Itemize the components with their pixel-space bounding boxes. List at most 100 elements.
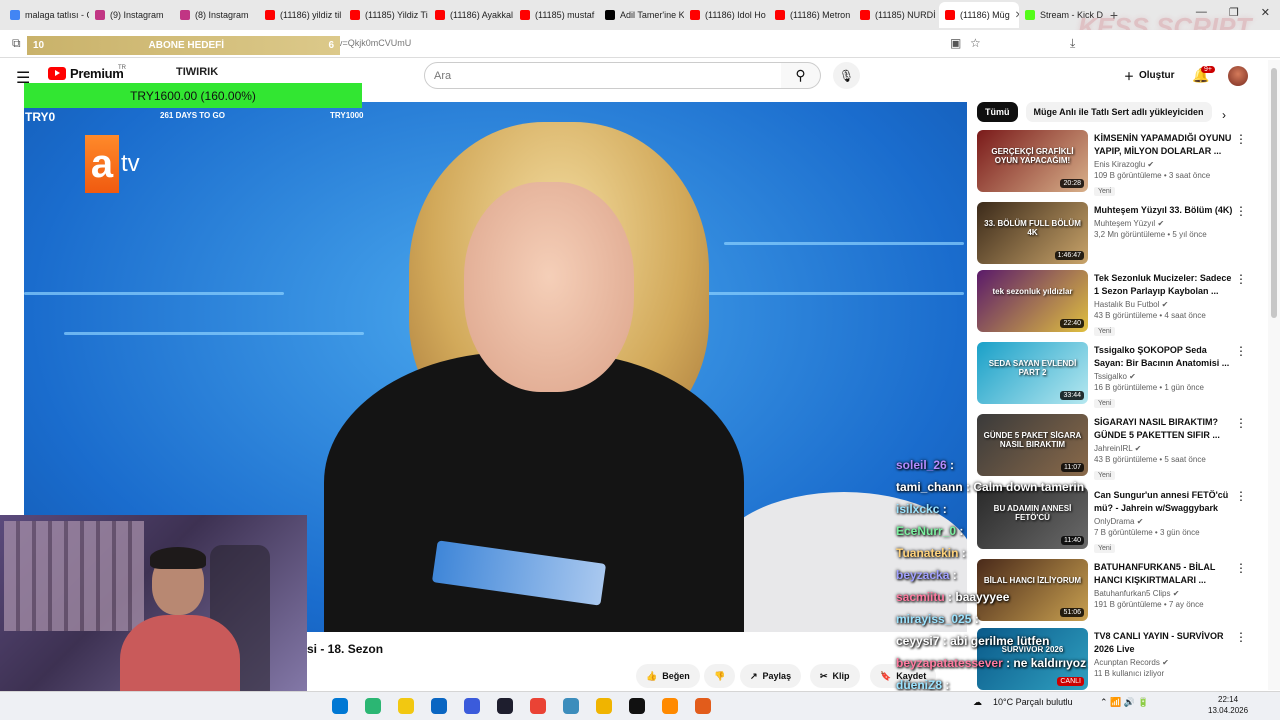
folder-icon[interactable] [596,698,612,714]
clip-button[interactable]: ✂ Klip [810,664,860,688]
recommendation-card[interactable]: 33. BÖLÜM FULL BÖLÜM 4K 1:46:47 Muhteşem Y… [977,202,1267,268]
system-tray-icons[interactable]: ⌃ 📶 🔊 🔋 [1100,697,1149,708]
video-thumbnail[interactable]: tek sezonluk yıldızlar 22:40 [977,270,1088,332]
recommendation-title[interactable]: Muhteşem Yüzyıl 33. Bölüm (4K) [1094,204,1234,217]
video-thumbnail[interactable]: 33. BÖLÜM FULL BÖLÜM 4K 1:46:47 [977,202,1088,264]
url-text[interactable]: v=Qkjk0mCVUmU [338,38,411,48]
more-options-icon[interactable]: ⋮ [1235,630,1247,644]
chat-username[interactable]: beyzacka [896,568,949,582]
more-options-icon[interactable]: ⋮ [1235,561,1247,575]
more-options-icon[interactable]: ⋮ [1235,416,1247,430]
browser-tab[interactable]: (11185) NURDİ [854,2,939,28]
browser-tab[interactable]: (8) Instagram [174,2,259,28]
recommendation-channel[interactable]: OnlyDrama ✔ [1094,517,1234,526]
browser-tab[interactable]: (11186) Idol Ho [684,2,769,28]
chat-username[interactable]: tami_chann [896,480,963,494]
more-options-icon[interactable]: ⋮ [1235,272,1247,286]
account-avatar[interactable] [1228,66,1248,86]
chat-username[interactable]: EceNurr_0 [896,524,956,538]
more-options-icon[interactable]: ⋮ [1235,132,1247,146]
recommendation-title[interactable]: Can Sungur'un annesi FETÖ'cü mü? - Jahre… [1094,489,1234,515]
search-button[interactable]: ⚲ [781,62,821,89]
chip-all[interactable]: Tümü [977,102,1018,122]
video-duration: 22:40 [1060,319,1084,328]
search-input[interactable]: Ara [424,62,782,89]
share-button[interactable]: ↗ Paylaş [740,664,802,688]
chat-username[interactable]: beyzapatatessever [896,656,1003,670]
chat-username[interactable]: isilxckc [896,502,939,516]
chevron-right-icon[interactable]: › [1222,108,1226,122]
recommendation-channel[interactable]: Enis Kirazoglu ✔ [1094,160,1234,169]
recommendation-title[interactable]: SİGARAYI NASIL BIRAKTIM? GÜNDE 5 PAKETTE… [1094,416,1234,442]
like-button[interactable]: 👍 Beğen [636,664,700,688]
download-icon[interactable]: ⤓ [1070,36,1075,51]
recommendation-channel[interactable]: Batuhanfurkan5 Clips ✔ [1094,589,1234,598]
browser-tab[interactable]: (11186) Ayakkal [429,2,514,28]
recommendation-title[interactable]: Tssigalko ŞOKOPOP Seda Sayan: Bir Bacını… [1094,344,1234,370]
screenshot-icon[interactable]: ▣ [950,36,961,50]
browser-tab[interactable]: malaga tatlısı - G [4,2,89,28]
recommendation-card[interactable]: SEDA SAYAN EVLENDİ PART 2 33:44 Tssigalko … [977,342,1267,408]
chat-username[interactable]: Tuanatekin [896,546,958,560]
recommendation-channel[interactable]: Hastalık Bu Futbol ✔ [1094,300,1234,309]
chat-username[interactable]: sacmiitu [896,590,945,604]
verified-check-icon: ✔ [1157,219,1165,228]
browser-tab[interactable]: (11185) Yildiz Ti [344,2,429,28]
recommendation-title[interactable]: TV8 CANLI YAYIN - SURVİVOR 2026 Live [1094,630,1234,656]
browser-tab[interactable]: (11185) mustaf [514,2,599,28]
firefox-icon[interactable] [695,698,711,714]
recommendation-card[interactable]: tek sezonluk yıldızlar 22:40 Tek Sezonluk … [977,270,1267,336]
chip-uploader[interactable]: Müge Anlı ile Tatlı Sert adlı yükleyicid… [1025,102,1212,122]
youtube-logo[interactable]: Premium [48,66,124,81]
site-info-icon[interactable]: ⧉ [12,36,21,51]
recommendation-channel[interactable]: Acunptan Records ✔ [1094,658,1234,667]
browser-tab[interactable]: Adil Tamer'ine K [599,2,684,28]
browser-tab[interactable]: (9) Instagram [89,2,174,28]
chat-username[interactable]: düeniZ8 [896,678,942,692]
bookmark-star-icon[interactable]: ☆ [970,36,981,50]
chat-separator: : [1002,656,1014,670]
premiere-icon[interactable] [497,698,513,714]
create-button[interactable]: ＋ Oluştur [1114,63,1185,87]
recommendation-channel[interactable]: JahreinIRL ✔ [1094,444,1234,453]
teams-icon[interactable] [464,698,480,714]
channel-logo-a: a [85,135,119,193]
chrome-icon[interactable] [530,698,546,714]
steam-icon[interactable] [563,698,579,714]
channel-name: JahreinIRL [1094,444,1133,453]
chat-username[interactable]: soleil_26 [896,458,947,472]
recommendation-channel[interactable]: Tssigalko ✔ [1094,372,1234,381]
recommendation-card[interactable]: GERÇEKÇİ GRAFİKLİ OYUN YAPACAĞIM! 20:28 Kİ… [977,130,1267,196]
video-thumbnail[interactable]: GERÇEKÇİ GRAFİKLİ OYUN YAPACAĞIM! 20:28 [977,130,1088,192]
weather-icon[interactable]: ☁ [973,697,982,708]
more-options-icon[interactable]: ⋮ [1235,489,1247,503]
weather-text[interactable]: 10°C Parçalı bulutlu [993,697,1073,707]
video-thumbnail[interactable]: SEDA SAYAN EVLENDİ PART 2 33:44 [977,342,1088,404]
outlook-icon[interactable] [431,698,447,714]
explorer-icon[interactable] [398,698,414,714]
live-chat-overlay: soleil_26 : tami_chann : Calm down tamer… [896,458,1096,700]
store-icon[interactable] [365,698,381,714]
obs-icon[interactable] [629,698,645,714]
vlc-icon[interactable] [662,698,678,714]
recommendation-channel[interactable]: Muhteşem Yüzyıl ✔ [1094,219,1234,228]
more-options-icon[interactable]: ⋮ [1235,204,1247,218]
recommendation-title[interactable]: Tek Sezonluk Mucizeler: Sadece 1 Sezon P… [1094,272,1234,298]
browser-tab[interactable]: (11186) Müg ✕ [939,2,1019,28]
logo-region: TR [118,65,126,71]
chat-username[interactable]: ceyysi7 [896,634,939,648]
recommendation-title[interactable]: KİMSENİN YAPAMADIĞI OYUNU YAPIP, MİLYON … [1094,132,1234,158]
dislike-button[interactable]: 👎 [704,664,736,688]
scrollbar-thumb[interactable] [1271,68,1277,318]
clock-time: 22:14 [1218,695,1239,704]
browser-tab[interactable]: (11186) yildiz til [259,2,344,28]
tab-label: (11186) Idol Ho [705,10,766,20]
more-options-icon[interactable]: ⋮ [1235,344,1247,358]
recommendation-meta: Can Sungur'un annesi FETÖ'cü mü? - Jahre… [1094,489,1234,555]
browser-tab[interactable]: (11186) Metron [769,2,854,28]
chat-username[interactable]: mirayiss_025 [896,612,971,626]
edge-icon[interactable] [332,698,348,714]
voice-search-button[interactable]: 🎙 [833,62,860,89]
recommendation-title[interactable]: BATUHANFURKAN5 - BİLAL HANCI KIŞKIRTMALA… [1094,561,1234,587]
system-clock[interactable]: 22:14 13.04.2026 [1208,694,1248,716]
